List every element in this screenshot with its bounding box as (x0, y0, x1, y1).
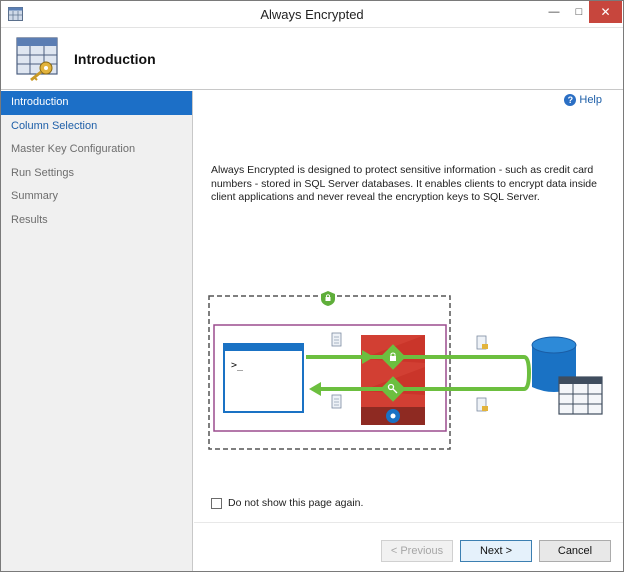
shield-icon (321, 291, 335, 306)
sidebar-item-summary: Summary (11, 190, 59, 202)
data-table-icon (558, 376, 603, 415)
always-encrypted-diagram: >_ (208, 291, 603, 450)
encrypted-document-icon-2 (476, 397, 488, 412)
help-link[interactable]: ? Help (564, 94, 602, 106)
svg-text:>_: >_ (231, 360, 244, 371)
help-label: Help (579, 94, 602, 106)
arrow-head-left (309, 382, 321, 396)
window-title: Always Encrypted (260, 7, 364, 22)
footer-divider (194, 522, 623, 523)
intro-description: Always Encrypted is designed to protect … (211, 164, 597, 203)
table-key-icon (16, 37, 58, 82)
encrypted-document-icon-1 (476, 335, 488, 350)
cancel-button[interactable]: Cancel (539, 540, 611, 562)
next-button[interactable]: Next > (460, 540, 532, 562)
do-not-show-again-checkbox[interactable] (211, 497, 222, 509)
wizard-sidebar: Introduction Column Selection Master Key… (1, 91, 193, 571)
page-header: Introduction (1, 28, 623, 90)
document-icon-2 (331, 394, 342, 409)
previous-button[interactable]: < Previous (381, 540, 453, 562)
minimize-icon[interactable]: — (540, 1, 568, 23)
close-icon[interactable]: ✕ (589, 1, 622, 23)
document-icon-1 (331, 332, 342, 347)
help-icon: ? (564, 94, 577, 106)
sidebar-item-introduction[interactable]: Introduction (1, 91, 192, 115)
sidebar-item-results: Results (11, 213, 48, 226)
wizard-window: Always Encrypted — □ ✕ Introduction Intr… (0, 0, 624, 572)
page-title: Introduction (74, 51, 156, 67)
do-not-show-again-row[interactable]: Do not show this page again. (211, 497, 363, 509)
sidebar-item-column-selection[interactable]: Column Selection (1, 115, 192, 139)
client-application-icon: >_ (223, 343, 304, 413)
sidebar-item-run-settings: Run Settings (11, 166, 74, 179)
main-content: ? Help Always Encrypted is designed to p… (194, 91, 623, 571)
do-not-show-again-label[interactable]: Do not show this page again. (228, 497, 363, 509)
title-bar[interactable]: Always Encrypted — □ ✕ (1, 1, 623, 28)
sidebar-item-master-key-configuration: Master Key Configuration (11, 143, 136, 155)
